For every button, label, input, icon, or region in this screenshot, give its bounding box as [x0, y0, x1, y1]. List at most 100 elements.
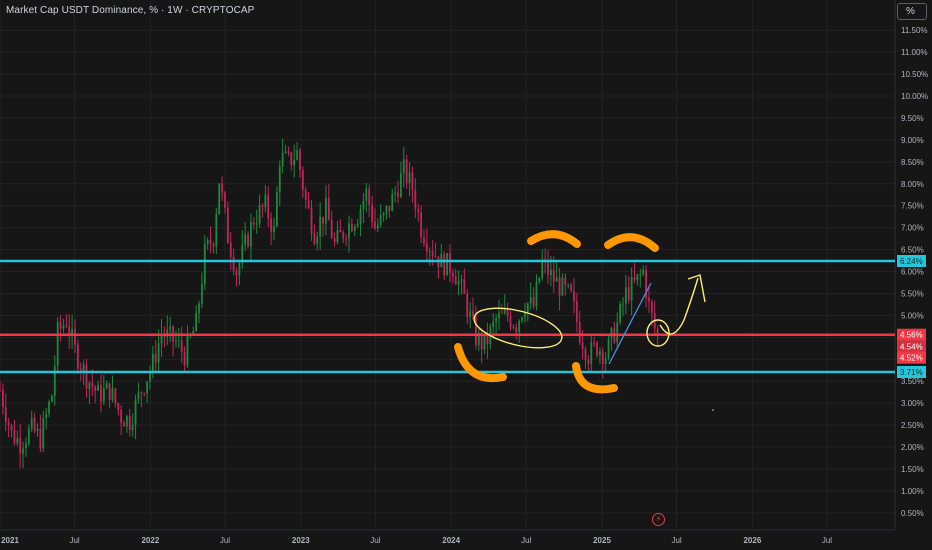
- candle-body: [235, 271, 238, 276]
- candle-body: [650, 301, 653, 313]
- candle-body: [154, 353, 157, 363]
- candle-body: [27, 428, 30, 444]
- x-tick-label: 2026: [743, 536, 761, 545]
- candle-body: [616, 322, 619, 343]
- unit-toggle-button[interactable]: %: [897, 3, 927, 20]
- candle-body: [244, 234, 247, 245]
- candle-body: [180, 340, 183, 352]
- candle-body: [250, 222, 252, 247]
- candle-body: [463, 279, 466, 294]
- y-tick-label: 10.50%: [901, 70, 928, 79]
- candle-body: [42, 418, 45, 449]
- candle-body: [604, 358, 607, 364]
- candle-body: [532, 296, 535, 307]
- candle-body: [443, 253, 446, 276]
- candle-body: [376, 224, 379, 229]
- candle-body: [578, 321, 581, 343]
- price-chart[interactable]: 11.50% 11.00% 10.50% 10.00% 9.50% 9.00% 8.50% 8…: [0, 0, 932, 550]
- candle-body: [518, 320, 521, 333]
- candle-body: [212, 244, 215, 247]
- y-tick-label: 8.50%: [901, 158, 924, 167]
- x-tick-label: 2021: [1, 536, 19, 545]
- candle-body: [59, 321, 62, 329]
- candle-body: [636, 274, 639, 281]
- candle-body: [391, 193, 394, 211]
- x-tick-label: 2022: [141, 536, 159, 545]
- candle-body: [420, 212, 423, 238]
- x-tick-label: Jul: [370, 536, 380, 545]
- candle-body: [177, 340, 180, 342]
- candle-body: [590, 342, 593, 365]
- candle-body: [475, 316, 477, 346]
- candle-body: [247, 234, 249, 247]
- candle-body: [374, 221, 376, 229]
- candle-body: [552, 269, 555, 282]
- x-tick-label: Jul: [822, 536, 832, 545]
- candle-body: [123, 422, 125, 427]
- candle-body: [402, 159, 405, 174]
- candle-body: [466, 293, 469, 317]
- candle-body: [111, 388, 114, 401]
- candle-body: [56, 321, 59, 366]
- candle-body: [428, 251, 431, 253]
- candle-body: [140, 392, 143, 394]
- candle-body: [169, 326, 172, 330]
- candle-body: [117, 403, 120, 411]
- candle-body: [451, 272, 454, 277]
- y-tick-label: 6.00%: [901, 268, 924, 277]
- candle-body: [394, 192, 397, 194]
- x-tick-label: Jul: [521, 536, 531, 545]
- candle-body: [515, 327, 518, 333]
- y-tick-label: 7.50%: [901, 202, 924, 211]
- candle-body: [7, 422, 10, 426]
- candle-body: [573, 290, 575, 302]
- candle-body: [91, 382, 94, 387]
- candle-body: [368, 188, 371, 206]
- y-tick-label: 11.50%: [901, 26, 928, 35]
- candle-body: [353, 226, 356, 231]
- candle-body: [224, 192, 226, 208]
- candle-body: [198, 303, 200, 314]
- candle-body: [336, 230, 339, 243]
- candle-body: [327, 198, 330, 221]
- lightning-icon[interactable]: ⚡: [652, 513, 665, 526]
- candle-body: [642, 269, 645, 275]
- candle-body: [108, 383, 111, 401]
- candle-body: [200, 283, 203, 304]
- candle-body: [143, 393, 146, 395]
- candle-body: [599, 351, 601, 356]
- y-tick-label: 6.50%: [901, 246, 924, 255]
- y-tick-label: 9.00%: [901, 136, 924, 145]
- candle-body: [79, 368, 82, 371]
- y-tick-label: 8.00%: [901, 180, 924, 189]
- candle-body: [348, 223, 350, 239]
- y-tick-label: 9.50%: [901, 114, 924, 123]
- candle-body: [293, 159, 296, 166]
- candle-body: [388, 206, 391, 211]
- candle-body: [460, 279, 463, 281]
- candle-body: [365, 188, 368, 201]
- candle-body: [131, 424, 134, 431]
- candle-body: [296, 150, 298, 160]
- candle-body: [584, 349, 587, 360]
- candle-body: [203, 244, 206, 284]
- candle-body: [229, 243, 232, 258]
- candle-body: [316, 236, 319, 244]
- candle-body: [134, 399, 137, 425]
- candle-body: [469, 311, 472, 317]
- candle-body: [238, 262, 241, 276]
- candle-body: [267, 194, 270, 219]
- candle-body: [535, 282, 538, 307]
- candle-body: [82, 364, 85, 371]
- candle-body: [498, 312, 500, 319]
- candle-body: [137, 392, 140, 400]
- candle-body: [195, 313, 198, 332]
- candle-body: [639, 274, 642, 276]
- candle-body: [570, 284, 572, 291]
- candle-body: [397, 192, 399, 197]
- current-price-label: 4.54%: [900, 343, 923, 352]
- candle-body: [350, 223, 353, 231]
- candle-body: [128, 416, 131, 431]
- candle-body: [19, 438, 22, 454]
- candle-body: [284, 151, 287, 153]
